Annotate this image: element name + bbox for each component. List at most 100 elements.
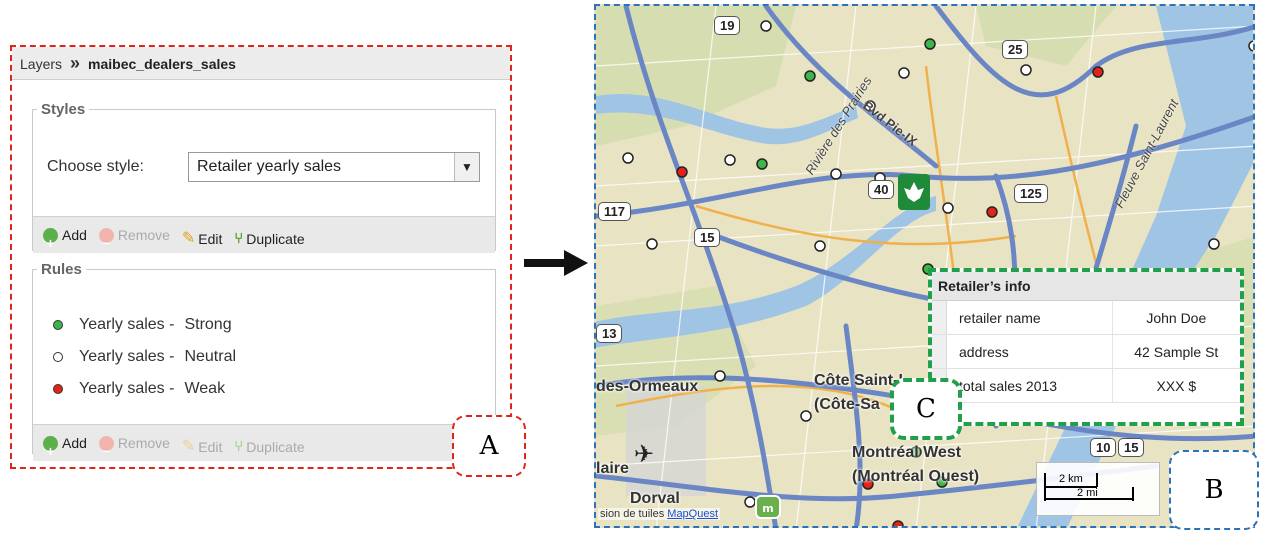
highway-shield: 15: [694, 228, 721, 247]
field-value: 42 Sample St: [1112, 334, 1240, 369]
dealer-marker: [724, 154, 736, 166]
pencil-icon: ✎: [181, 229, 196, 247]
field-name: total sales 2013: [946, 368, 1113, 403]
rule-label: Yearly sales -: [79, 380, 175, 397]
layer-name: maibec_dealers_sales: [88, 56, 236, 72]
highway-shield: 10: [1090, 438, 1117, 457]
edit-style-button[interactable]: ✎ Edit: [182, 221, 223, 257]
rule-label: Yearly sales -: [79, 348, 175, 365]
place-label: Dorval: [630, 490, 680, 507]
callout-c: C: [890, 378, 962, 440]
map-view[interactable]: ✈ 19 25 40 117 15 125 13 10 15 Rivière d…: [594, 4, 1255, 528]
layer-styles-panel: Layers » maibec_dealers_sales Styles Choos…: [10, 45, 512, 469]
rule-strong-dot-icon: [53, 320, 63, 330]
dealer-marker: [1092, 66, 1104, 78]
dealer-marker: [898, 67, 910, 79]
duplicate-style-label: Duplicate: [246, 230, 305, 247]
dealer-marker: [942, 202, 954, 214]
dealer-marker: [924, 38, 936, 50]
duplicate-style-button[interactable]: ⑂ Duplicate: [234, 221, 304, 257]
dealer-marker: [1020, 64, 1032, 76]
rule-neutral-dot-icon: [53, 352, 63, 362]
highway-shield: 117: [598, 202, 631, 221]
highway-shield: 125: [1014, 184, 1048, 203]
add-rule-label: Add: [62, 435, 87, 451]
style-select[interactable]: Retailer yearly sales ▼: [188, 152, 480, 182]
mapquest-link[interactable]: MapQuest: [667, 508, 718, 520]
callout-a: A: [452, 415, 526, 477]
airport-icon: ✈: [634, 440, 654, 468]
dealer-marker: [830, 168, 842, 180]
rules-toolbar: Add Remove ✎Edit ⑂Duplicate: [33, 424, 495, 469]
table-row: retailer name John Doe: [932, 301, 1240, 335]
styles-legend: Styles: [41, 101, 86, 118]
scale-mi: 2 mi: [1077, 487, 1098, 499]
add-icon: [43, 433, 58, 469]
dealer-marker: [646, 238, 658, 250]
breadcrumb: Layers » maibec_dealers_sales: [12, 47, 510, 80]
rule-value: Strong: [184, 316, 232, 333]
remove-style-button[interactable]: Remove: [98, 217, 170, 261]
chevron-down-icon[interactable]: ▼: [454, 153, 479, 181]
add-style-button[interactable]: Add: [43, 217, 87, 261]
rule-label: Yearly sales -: [79, 316, 175, 333]
highway-shield: 15: [1118, 438, 1145, 457]
rules-section: Rules Yearly sales - Strong Yearly sales…: [32, 261, 496, 469]
dealer-marker: [986, 206, 998, 218]
rule-item[interactable]: Yearly sales - Strong: [53, 316, 232, 334]
remove-icon: [98, 433, 114, 469]
add-icon: [43, 225, 58, 261]
rules-legend: Rules: [41, 261, 82, 278]
rule-value: Neutral: [184, 348, 237, 365]
tile-credit: sion de tuiles MapQuest: [598, 508, 721, 520]
field-value: XXX $: [1112, 368, 1240, 403]
duplicate-rule-label: Duplicate: [246, 438, 305, 455]
table-row: total sales 2013 XXX $: [932, 368, 1240, 403]
edit-rule-button[interactable]: ✎ Edit: [182, 429, 223, 465]
retailer-info-table: retailer name John Doe address 42 Sample…: [932, 301, 1240, 403]
dealer-marker: [804, 70, 816, 82]
scale-km: 2 km: [1059, 473, 1083, 485]
remove-icon: [98, 225, 114, 261]
highway-shield: 40: [868, 180, 895, 199]
scale-bar-icon: [1044, 473, 1134, 501]
place-label: (Côte-Sa: [814, 396, 880, 413]
mapquest-logo-icon: m: [755, 495, 781, 519]
dealer-marker: [676, 166, 688, 178]
pencil-icon: ✎: [181, 437, 196, 455]
rule-weak-dot-icon: [53, 384, 63, 394]
duplicate-rule-button[interactable]: ⑂ Duplicate: [234, 429, 304, 465]
credit-text: sion de tuiles: [600, 508, 665, 520]
place-label: des-Ormeaux: [596, 378, 699, 395]
remove-rule-label: Remove: [117, 435, 170, 451]
breadcrumb-separator: »: [70, 53, 81, 73]
dealer-marker: [1208, 238, 1220, 250]
duplicate-icon: ⑂: [234, 437, 244, 455]
styles-toolbar: Add Remove ✎Edit ⑂Duplicate: [33, 216, 495, 261]
field-name: address: [946, 334, 1113, 369]
rule-item[interactable]: Yearly sales - Weak: [53, 380, 225, 398]
rule-item[interactable]: Yearly sales - Neutral: [53, 348, 236, 366]
dealer-marker: [800, 410, 812, 422]
duplicate-icon: ⑂: [234, 229, 244, 247]
callout-b: B: [1169, 450, 1259, 530]
breadcrumb-layers-link[interactable]: Layers: [20, 56, 62, 72]
choose-style-label: Choose style:: [47, 158, 144, 175]
add-rule-button[interactable]: Add: [43, 425, 87, 469]
retailer-info-popup: Retailer’s info retailer name John Doe a…: [928, 268, 1244, 426]
dealer-marker: [760, 20, 772, 32]
highway-shield: 25: [1002, 40, 1029, 59]
field-value: John Doe: [1112, 301, 1240, 335]
remove-rule-button[interactable]: Remove: [98, 425, 170, 469]
highway-shield: 19: [714, 16, 741, 35]
dealer-marker: [622, 152, 634, 164]
rule-value: Weak: [184, 380, 226, 397]
place-label: laire: [596, 460, 629, 477]
svg-text:m: m: [762, 502, 773, 515]
map-scale: 2 km 2 mi: [1036, 462, 1160, 516]
remove-style-label: Remove: [117, 227, 170, 243]
dealer-marker: [756, 158, 768, 170]
style-select-value: Retailer yearly sales: [197, 158, 342, 175]
dealer-marker: [1248, 40, 1253, 52]
styles-section: Styles Choose style: Retailer yearly sal…: [32, 101, 496, 261]
